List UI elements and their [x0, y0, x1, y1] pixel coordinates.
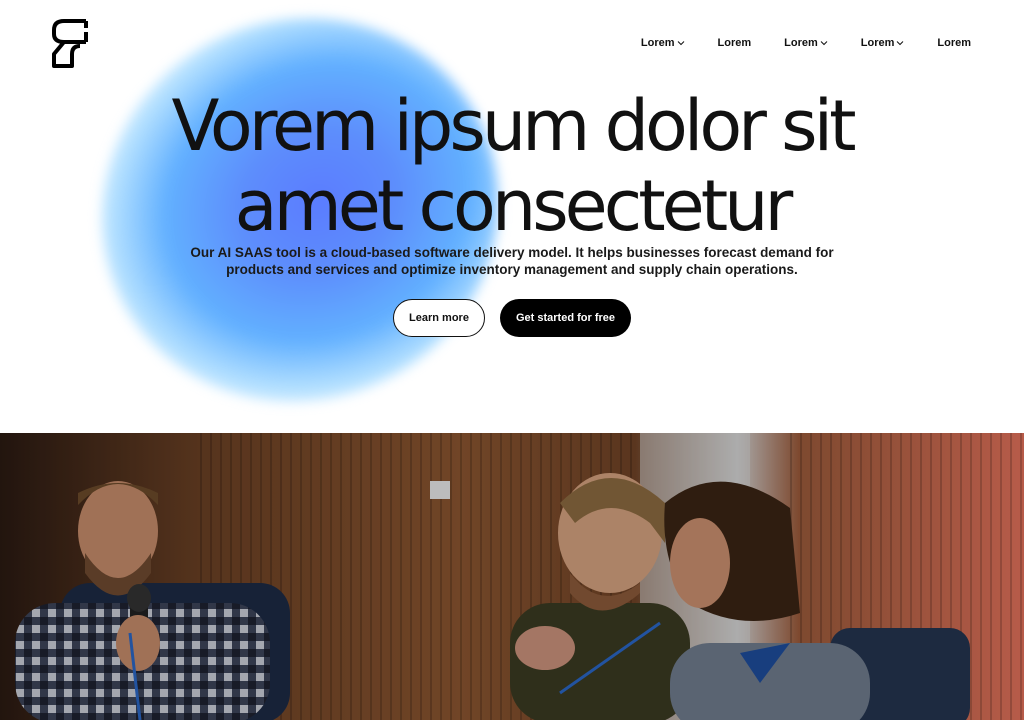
learn-more-button[interactable]: Learn more [393, 299, 485, 337]
nav-item-3[interactable]: Lorem [784, 37, 828, 49]
top-navigation: Lorem Lorem Lorem Lorem Lorem [641, 37, 971, 49]
nav-item-label: Lorem [860, 37, 895, 49]
get-started-button[interactable]: Get started for free [500, 299, 631, 337]
chevron-down-icon [897, 41, 904, 46]
hero-photo [0, 433, 1024, 720]
nav-item-5[interactable]: Lorem [937, 37, 971, 49]
conference-photo-illustration [0, 433, 1024, 720]
chevron-down-icon [677, 41, 684, 46]
hero-cta-group: Learn more Get started for free [393, 299, 631, 337]
nav-item-1[interactable]: Lorem [641, 37, 685, 49]
brand-logo-icon[interactable] [50, 18, 90, 70]
nav-item-4[interactable]: Lorem [861, 37, 905, 49]
nav-item-label: Lorem [784, 37, 818, 49]
nav-item-2[interactable]: Lorem [718, 37, 752, 49]
hero-subtitle-line-2: products and services and optimize inven… [226, 262, 798, 277]
hero-title: Vorem ipsum dolor sit amet consectetur [0, 86, 1024, 246]
hero-subtitle: Our AI SAAS tool is a cloud-based softwa… [190, 244, 834, 278]
hero-subtitle-line-1: Our AI SAAS tool is a cloud-based softwa… [190, 245, 834, 260]
nav-item-label: Lorem [640, 37, 675, 49]
nav-item-label: Lorem [937, 37, 971, 49]
nav-item-label: Lorem [717, 37, 752, 49]
hero-title-line-1: Vorem ipsum dolor sit [171, 85, 856, 167]
chevron-down-icon [820, 41, 828, 46]
hero-title-line-2: amet consectetur [234, 165, 794, 247]
